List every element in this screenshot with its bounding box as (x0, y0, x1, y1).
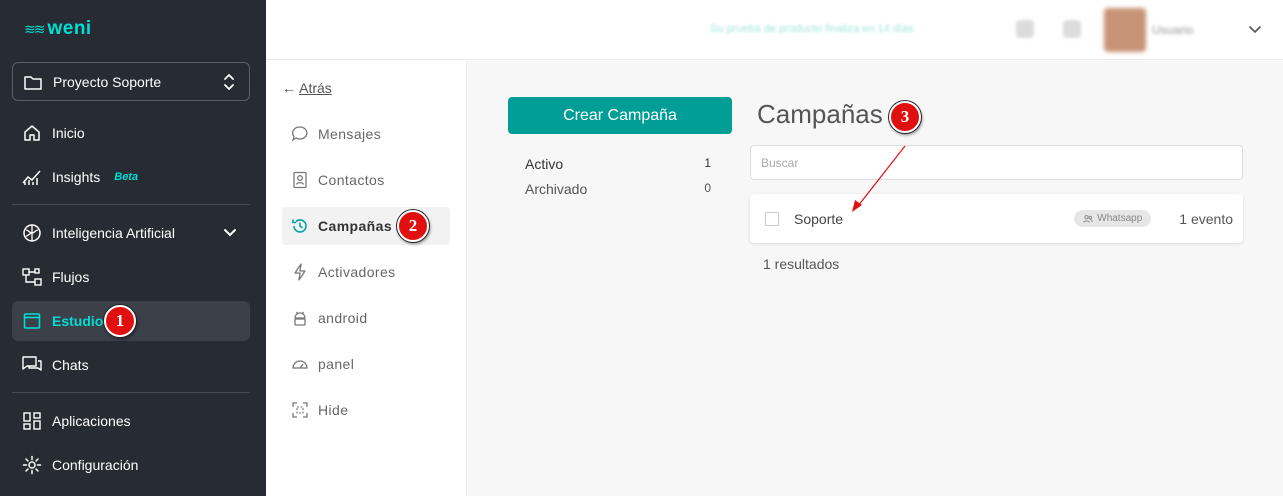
chevron-down-icon (220, 223, 240, 243)
trial-notice[interactable]: Su prueba de producto finaliza en 14 día… (710, 23, 914, 35)
weni-logo[interactable]: ≋≋ weni (24, 18, 92, 40)
beta-badge: Beta (114, 171, 139, 183)
filter-label: Activo (525, 156, 564, 172)
table-row[interactable]: Soporte Whatsapp 1 evento (750, 194, 1243, 243)
create-campaign-button[interactable]: Crear Campaña (508, 97, 732, 134)
back-label: Atrás (299, 80, 332, 96)
sidebar-item-label: Chats (52, 357, 89, 373)
annotation-marker-1: 1 (104, 305, 136, 337)
annotation-marker-3: 3 (889, 101, 921, 133)
project-name: Proyecto Soporte (53, 73, 162, 90)
sidebar-item-label: Inteligencia Artificial (52, 225, 175, 241)
subnav-item-contactos[interactable]: Contactos (282, 161, 450, 199)
hide-icon (290, 400, 310, 420)
subnav-item-label: Activadores (318, 264, 396, 280)
flow-icon (22, 267, 42, 287)
user-name: Usuario (1152, 23, 1194, 37)
sidebar-item-aplicaciones[interactable]: Aplicaciones (12, 401, 250, 441)
subnav-item-label: Campañas (318, 218, 393, 234)
sidebar-item-label: Estudio (52, 313, 104, 329)
sidebar-item-configuracion[interactable]: Configuración (12, 445, 250, 485)
contact-icon (290, 170, 310, 190)
avatar[interactable] (1104, 8, 1146, 52)
page-title: Campañas (757, 99, 883, 129)
notification-icon[interactable] (1016, 20, 1034, 38)
studio-icon (22, 311, 42, 331)
help-icon[interactable] (1063, 20, 1081, 38)
sidebar-item-label: Inicio (52, 125, 85, 141)
sidebar-item-inteligencia-artificial[interactable]: Inteligencia Artificial (12, 213, 250, 253)
folder-icon (23, 72, 43, 92)
android-icon (290, 308, 310, 328)
subnav-item-panel[interactable]: panel (282, 345, 450, 383)
sidebar-item-chats[interactable]: Chats (12, 345, 250, 385)
filter-active[interactable]: Activo 1 (525, 156, 711, 172)
gear-icon (22, 455, 42, 475)
chat-icon (22, 355, 42, 375)
logo-text: weni (47, 18, 92, 39)
event-count: 1 evento (1179, 210, 1233, 227)
bolt-icon (290, 262, 310, 282)
message-icon (290, 124, 310, 144)
sidebar-item-flujos[interactable]: Flujos (12, 257, 250, 297)
chevron-down-icon[interactable] (1248, 20, 1262, 43)
sidebar-item-label: Configuración (52, 457, 139, 473)
subnav-item-label: Mensajes (318, 126, 382, 142)
subnav-item-label: android (318, 310, 368, 326)
campaign-icon (290, 216, 310, 236)
campaigns-main: Crear Campaña Activo 1 Archivado 0 Campa… (467, 61, 1283, 496)
subnav-item-label: panel (318, 356, 355, 372)
group-icon (1083, 214, 1094, 223)
apps-icon (22, 411, 42, 431)
sidebar-item-insights[interactable]: Insights Beta (12, 157, 250, 197)
back-arrow-icon: ← (282, 80, 296, 96)
subnav-item-android[interactable]: android (282, 299, 450, 337)
filter-label: Archivado (525, 181, 588, 197)
search-input[interactable] (750, 145, 1243, 180)
home-icon (22, 123, 42, 143)
gauge-icon (290, 354, 310, 374)
top-header: Su prueba de producto finaliza en 14 día… (266, 0, 1283, 60)
sidebar-item-inicio[interactable]: Inicio (12, 113, 250, 153)
row-checkbox[interactable] (765, 211, 779, 226)
studio-subnav: ← Atrás Mensajes Contactos Campañas Acti… (266, 61, 467, 496)
sidebar-divider (12, 392, 250, 393)
back-link[interactable]: ← Atrás (282, 80, 332, 96)
campaign-name[interactable]: Soporte (794, 211, 1074, 227)
chevron-updown-icon (219, 72, 239, 92)
sidebar-item-label: Aplicaciones (52, 413, 131, 429)
chart-icon (22, 167, 42, 187)
channel-chip: Whatsapp (1074, 210, 1152, 227)
sidebar-item-label: Insights (52, 169, 101, 185)
subnav-item-label: Hide (318, 402, 349, 418)
sidebar-divider (12, 204, 250, 205)
subnav-item-activadores[interactable]: Activadores (282, 253, 450, 291)
filter-count: 1 (704, 156, 711, 170)
subnav-item-mensajes[interactable]: Mensajes (282, 115, 450, 153)
subnav-item-hide[interactable]: Hide (282, 391, 450, 429)
results-count: 1 resultados (763, 256, 840, 272)
main-sidebar: ≋≋ weni Proyecto Soporte Inicio Insights… (0, 0, 266, 496)
logo-wave-icon: ≋≋ (24, 20, 46, 37)
project-selector[interactable]: Proyecto Soporte (12, 62, 250, 101)
channel-label: Whatsapp (1097, 213, 1143, 224)
filter-count: 0 (704, 181, 711, 195)
filter-archived[interactable]: Archivado 0 (525, 181, 711, 197)
annotation-marker-2: 2 (397, 210, 429, 242)
subnav-item-label: Contactos (318, 172, 385, 188)
brain-icon (22, 223, 42, 243)
sidebar-item-label: Flujos (52, 269, 90, 285)
